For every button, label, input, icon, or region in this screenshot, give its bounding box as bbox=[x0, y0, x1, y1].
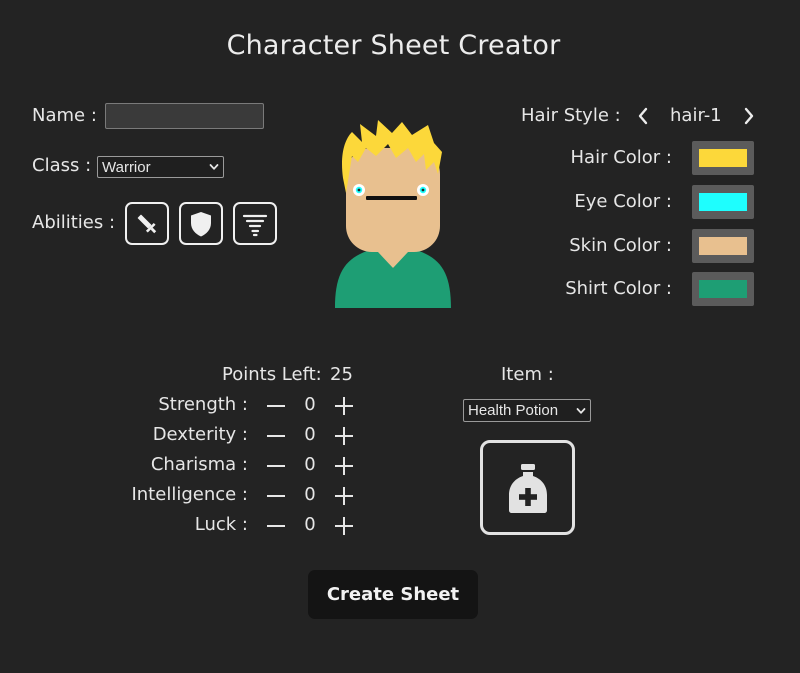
minus-icon bbox=[267, 405, 285, 407]
avatar-mouth bbox=[366, 196, 417, 200]
hair-color-picker[interactable] bbox=[692, 141, 754, 175]
chevron-down-icon bbox=[209, 164, 219, 170]
shirt-color-label: Shirt Color : bbox=[565, 278, 672, 299]
class-select-value: Warrior bbox=[102, 158, 151, 176]
stat-label: Luck : bbox=[194, 514, 248, 535]
hair-style-label: Hair Style : bbox=[521, 105, 621, 126]
chevron-down-icon bbox=[576, 407, 586, 414]
stat-decrement-button[interactable] bbox=[265, 395, 287, 417]
class-select[interactable]: Warrior bbox=[97, 156, 224, 178]
hair-style-next-button[interactable] bbox=[740, 106, 758, 126]
hair-style-value: hair-1 bbox=[670, 105, 722, 126]
plus-icon bbox=[335, 457, 353, 475]
item-select[interactable]: Health Potion bbox=[463, 399, 591, 422]
minus-icon bbox=[267, 495, 285, 497]
character-avatar bbox=[335, 120, 451, 308]
stat-label: Strength : bbox=[158, 394, 248, 415]
item-label: Item : bbox=[501, 364, 554, 385]
stat-value: 0 bbox=[304, 484, 316, 505]
chevron-left-icon bbox=[638, 107, 648, 125]
ability-tornado-button[interactable] bbox=[233, 202, 277, 245]
shield-icon bbox=[191, 211, 211, 236]
minus-icon bbox=[267, 465, 285, 467]
stat-value: 0 bbox=[304, 394, 316, 415]
stat-decrement-button[interactable] bbox=[265, 425, 287, 447]
name-input[interactable] bbox=[105, 103, 264, 129]
tornado-icon bbox=[242, 214, 268, 236]
hair-color-label: Hair Color : bbox=[570, 147, 672, 168]
item-preview bbox=[480, 440, 575, 535]
stat-decrement-button[interactable] bbox=[265, 515, 287, 537]
ability-shield-button[interactable] bbox=[179, 202, 223, 245]
eye-color-fill bbox=[699, 193, 747, 211]
abilities-label: Abilities : bbox=[32, 212, 116, 233]
class-label: Class : bbox=[32, 155, 92, 176]
chevron-right-icon bbox=[744, 107, 754, 125]
hair-color-fill bbox=[699, 149, 747, 167]
points-left-value: 25 bbox=[330, 364, 353, 385]
hair-style-prev-button[interactable] bbox=[634, 106, 652, 126]
stat-increment-button[interactable] bbox=[333, 395, 355, 417]
plus-icon bbox=[335, 427, 353, 445]
skin-color-fill bbox=[699, 237, 747, 255]
name-label: Name : bbox=[32, 105, 97, 126]
create-sheet-button[interactable]: Create Sheet bbox=[308, 570, 478, 619]
stat-value: 0 bbox=[304, 454, 316, 475]
plus-icon bbox=[335, 397, 353, 415]
shirt-color-fill bbox=[699, 280, 747, 298]
stat-increment-button[interactable] bbox=[333, 515, 355, 537]
item-select-value: Health Potion bbox=[468, 402, 559, 419]
stat-increment-button[interactable] bbox=[333, 485, 355, 507]
stat-label: Intelligence : bbox=[131, 484, 248, 505]
character-sheet-page: Character Sheet Creator Name : Class : W… bbox=[0, 0, 800, 673]
stat-decrement-button[interactable] bbox=[265, 455, 287, 477]
ability-sword-button[interactable] bbox=[125, 202, 169, 245]
eye-color-picker[interactable] bbox=[692, 185, 754, 219]
sword-icon bbox=[137, 214, 157, 233]
plus-icon bbox=[335, 517, 353, 535]
stat-label: Dexterity : bbox=[152, 424, 248, 445]
stat-decrement-button[interactable] bbox=[265, 485, 287, 507]
minus-icon bbox=[267, 435, 285, 437]
eye-color-label: Eye Color : bbox=[574, 191, 672, 212]
stat-label: Charisma : bbox=[150, 454, 248, 475]
stat-value: 0 bbox=[304, 424, 316, 445]
skin-color-label: Skin Color : bbox=[569, 235, 672, 256]
health-potion-icon bbox=[508, 463, 547, 513]
stat-increment-button[interactable] bbox=[333, 425, 355, 447]
minus-icon bbox=[267, 525, 285, 527]
plus-icon bbox=[335, 487, 353, 505]
stat-increment-button[interactable] bbox=[333, 455, 355, 477]
stat-value: 0 bbox=[304, 514, 316, 535]
shirt-color-picker[interactable] bbox=[692, 272, 754, 306]
points-left-label: Points Left: bbox=[222, 364, 322, 385]
page-title: Character Sheet Creator bbox=[226, 30, 561, 61]
skin-color-picker[interactable] bbox=[692, 229, 754, 263]
